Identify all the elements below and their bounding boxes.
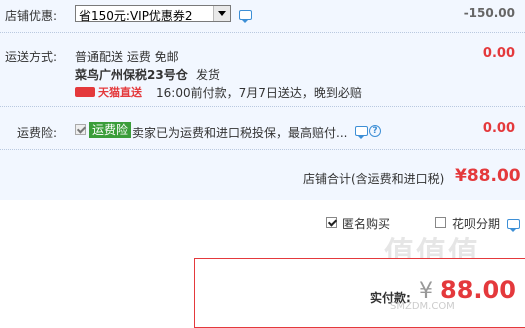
shipping-amount: 0.00 — [482, 46, 515, 61]
freight-insurance-checkbox — [75, 124, 86, 135]
discount-amount: -150.00 — [463, 6, 515, 20]
chat-icon[interactable] — [507, 219, 520, 232]
anonymous-label[interactable]: 匿名购买 — [342, 215, 390, 232]
freight-insurance-text: 卖家已为运费和进口税投保，最高赔付... — [132, 126, 348, 140]
shipping-label: 运送方式: — [5, 50, 58, 64]
divider — [0, 106, 525, 107]
chevron-down-icon[interactable] — [213, 6, 230, 21]
freight-insurance-badge: 运费险 — [89, 122, 132, 138]
tmall-logo-icon — [75, 87, 95, 97]
chat-icon[interactable] — [355, 126, 368, 139]
tmall-direct-label: 天猫直送 — [98, 86, 142, 99]
watermark-site: SMZDM.COM — [390, 301, 455, 312]
payment-amount: 88.00 — [440, 276, 516, 304]
delivery-note: 16:00前付款，7月7日送达，晚到必赔 — [156, 86, 362, 100]
discount-select[interactable]: 省150元:VIP优惠券2 — [75, 5, 231, 23]
help-icon[interactable]: ? — [369, 125, 381, 137]
freight-insurance-amount: 0.00 — [482, 121, 515, 136]
divider — [0, 149, 525, 150]
freight-insurance-label: 运费险: — [17, 126, 58, 140]
tmall-direct-badge: 天猫直送 — [75, 84, 142, 99]
huabei-checkbox[interactable] — [435, 217, 446, 228]
divider — [0, 32, 525, 33]
dispatch-text: 发货 — [196, 68, 221, 82]
chat-icon[interactable] — [239, 10, 252, 23]
discount-select-value: 省150元:VIP优惠券2 — [79, 9, 193, 23]
shipping-method: 普通配送 运费 免邮 — [75, 50, 179, 64]
store-total-label: 店铺合计(含运费和进口税) — [303, 172, 445, 186]
warehouse-name: 菜鸟广州保税23号仓 — [75, 68, 188, 82]
anonymous-checkbox[interactable] — [326, 217, 337, 228]
store-total-amount: ¥88.00 — [455, 166, 521, 186]
discount-label: 店铺优惠: — [5, 9, 58, 23]
